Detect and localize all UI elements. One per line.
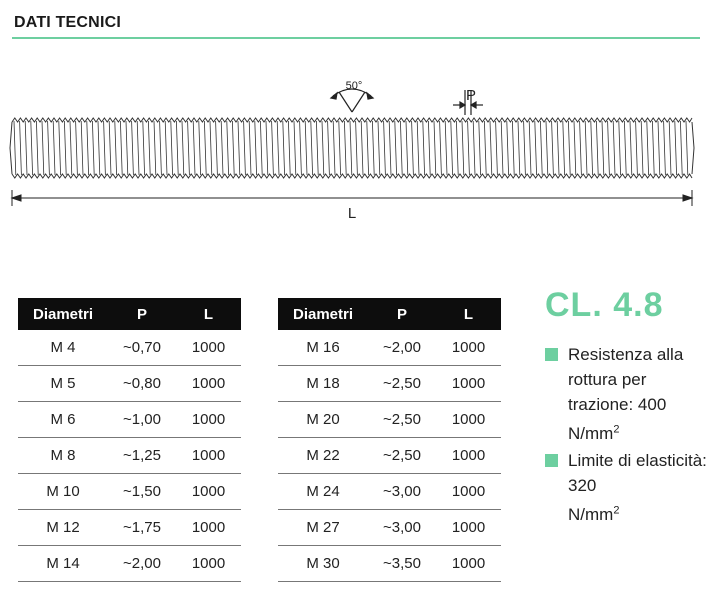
table-row: M 14 ~2,00 1000 <box>18 545 241 582</box>
table-row: M 20 ~2,50 1000 <box>278 401 501 438</box>
length-dimension <box>10 190 694 206</box>
cell-diameter: M 24 <box>278 473 368 510</box>
table-row: M 12 ~1,75 1000 <box>18 509 241 546</box>
cell-pitch: ~2,00 <box>108 545 176 582</box>
green-square-bullet-icon <box>545 348 558 361</box>
header-diametri: Diametri <box>18 298 108 330</box>
cell-length: 1000 <box>176 509 241 546</box>
cell-diameter: M 14 <box>18 545 108 582</box>
table-row: M 10 ~1,50 1000 <box>18 473 241 510</box>
specs-table-right: Diametri P L M 16 ~2,00 1000 M 18 ~2,50 1000… <box>278 298 501 582</box>
header-pitch: P <box>368 298 436 330</box>
section-divider <box>12 37 700 39</box>
property-text: Resistenza alla rottura per trazione: 40… <box>568 345 684 414</box>
cell-length: 1000 <box>176 401 241 438</box>
strength-class-title: CL. 4.8 <box>545 286 664 324</box>
rod-thread <box>9 117 695 179</box>
table-header-row: Diametri P L <box>278 298 501 330</box>
thread-angle-annotation <box>329 88 375 113</box>
cell-length: 1000 <box>176 365 241 402</box>
property-unit-exponent: 2 <box>613 423 620 436</box>
table-row: M 5 ~0,80 1000 <box>18 365 241 402</box>
table-row: M 16 ~2,00 1000 <box>278 330 501 366</box>
property-unit-exponent: 2 <box>613 504 620 517</box>
cell-diameter: M 20 <box>278 401 368 438</box>
cell-diameter: M 12 <box>18 509 108 546</box>
cell-diameter: M 22 <box>278 437 368 474</box>
green-square-bullet-icon <box>545 454 558 467</box>
thread-angle-label: 50° <box>346 80 363 92</box>
table-header-row: Diametri P L <box>18 298 241 330</box>
length-label: L <box>348 205 356 222</box>
table-row: M 6 ~1,00 1000 <box>18 401 241 438</box>
table-row: M 18 ~2,50 1000 <box>278 365 501 402</box>
property-unit: N/mm <box>568 424 614 443</box>
cell-pitch: ~2,50 <box>368 437 436 474</box>
table-row: M 8 ~1,25 1000 <box>18 437 241 474</box>
cell-pitch: ~1,00 <box>108 401 176 438</box>
header-length: L <box>436 298 501 330</box>
cell-length: 1000 <box>436 330 501 366</box>
cell-pitch: ~0,80 <box>108 365 176 402</box>
header-length: L <box>176 298 241 330</box>
cell-length: 1000 <box>436 473 501 510</box>
cell-pitch: ~1,25 <box>108 437 176 474</box>
cell-pitch: ~3,50 <box>368 545 436 582</box>
cell-length: 1000 <box>176 473 241 510</box>
cell-length: 1000 <box>436 365 501 402</box>
cell-diameter: M 18 <box>278 365 368 402</box>
cell-pitch: ~2,50 <box>368 401 436 438</box>
property-text: Limite di elasticità: 320 <box>568 451 707 495</box>
cell-length: 1000 <box>176 330 241 366</box>
property-unit: N/mm <box>568 505 614 524</box>
threaded-rod-drawing: 50° P L <box>9 80 695 222</box>
cell-length: 1000 <box>436 437 501 474</box>
cell-length: 1000 <box>176 545 241 582</box>
table-row: M 4 ~0,70 1000 <box>18 330 241 366</box>
cell-diameter: M 8 <box>18 437 108 474</box>
cell-pitch: ~1,75 <box>108 509 176 546</box>
cell-diameter: M 10 <box>18 473 108 510</box>
specs-table-left: Diametri P L M 4 ~0,70 1000 M 5 ~0,80 1000 M… <box>18 298 241 582</box>
header-pitch: P <box>108 298 176 330</box>
table-row: M 24 ~3,00 1000 <box>278 473 501 510</box>
pitch-label: P <box>466 87 476 104</box>
table-row: M 22 ~2,50 1000 <box>278 437 501 474</box>
section-title: DATI TECNICI <box>14 14 121 31</box>
cell-diameter: M 6 <box>18 401 108 438</box>
cell-pitch: ~0,70 <box>108 330 176 366</box>
table-row: M 27 ~3,00 1000 <box>278 509 501 546</box>
cell-diameter: M 27 <box>278 509 368 546</box>
cell-length: 1000 <box>436 545 501 582</box>
cell-pitch: ~2,50 <box>368 365 436 402</box>
header-diametri: Diametri <box>278 298 368 330</box>
cell-pitch: ~3,00 <box>368 509 436 546</box>
cell-pitch: ~1,50 <box>108 473 176 510</box>
cell-length: 1000 <box>436 401 501 438</box>
cell-length: 1000 <box>176 437 241 474</box>
cell-diameter: M 5 <box>18 365 108 402</box>
cell-diameter: M 4 <box>18 330 108 366</box>
cell-diameter: M 16 <box>278 330 368 366</box>
cell-diameter: M 30 <box>278 545 368 582</box>
cell-pitch: ~3,00 <box>368 473 436 510</box>
cell-pitch: ~2,00 <box>368 330 436 366</box>
cell-length: 1000 <box>436 509 501 546</box>
table-row: M 30 ~3,50 1000 <box>278 545 501 582</box>
